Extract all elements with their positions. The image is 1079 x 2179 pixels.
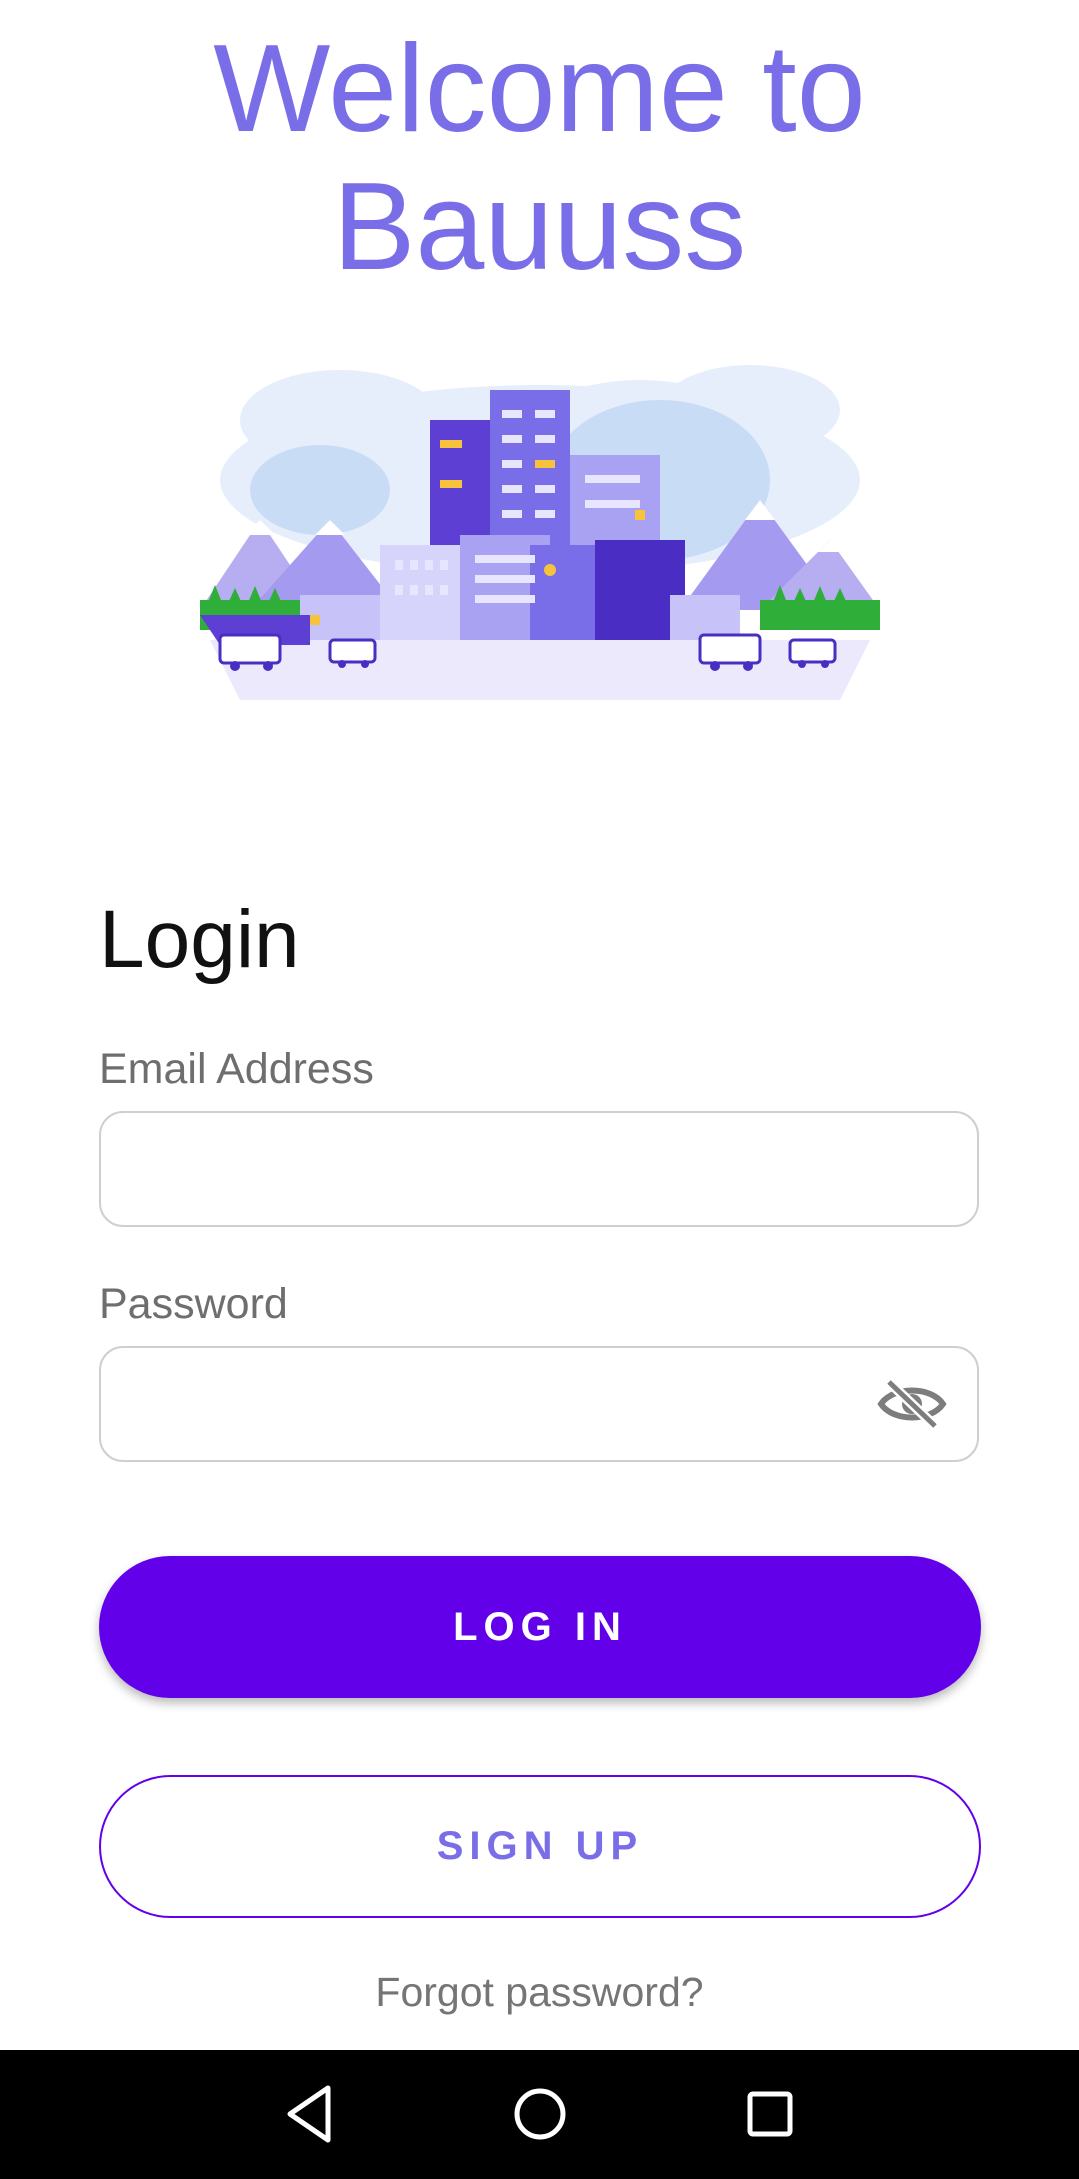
welcome-line-1: Welcome to [213, 20, 866, 158]
back-triangle-icon[interactable] [270, 2074, 350, 2154]
email-label: Email Address [99, 1045, 374, 1093]
login-button[interactable]: LOG IN [99, 1556, 981, 1698]
email-input[interactable] [131, 1113, 915, 1227]
ground [210, 640, 870, 700]
home-circle-icon[interactable] [500, 2074, 580, 2154]
city-illustration [200, 365, 880, 700]
password-label: Password [99, 1280, 288, 1328]
email-field[interactable] [99, 1111, 979, 1227]
password-input[interactable] [131, 1348, 915, 1462]
welcome-heading: Welcome to Bauuss [0, 20, 1079, 296]
system-navigation-bar [0, 2050, 1079, 2179]
eye-off-icon[interactable] [877, 1374, 947, 1434]
forgot-password-link[interactable]: Forgot password? [0, 1966, 1079, 2018]
login-screen: Welcome to Bauuss Login Email Address Pa… [0, 0, 1079, 2050]
signup-button[interactable]: SIGN UP [99, 1775, 981, 1918]
login-title: Login [99, 894, 300, 985]
password-field[interactable] [99, 1346, 979, 1462]
recents-square-icon[interactable] [730, 2074, 810, 2154]
welcome-line-2: Bauuss [332, 158, 747, 296]
